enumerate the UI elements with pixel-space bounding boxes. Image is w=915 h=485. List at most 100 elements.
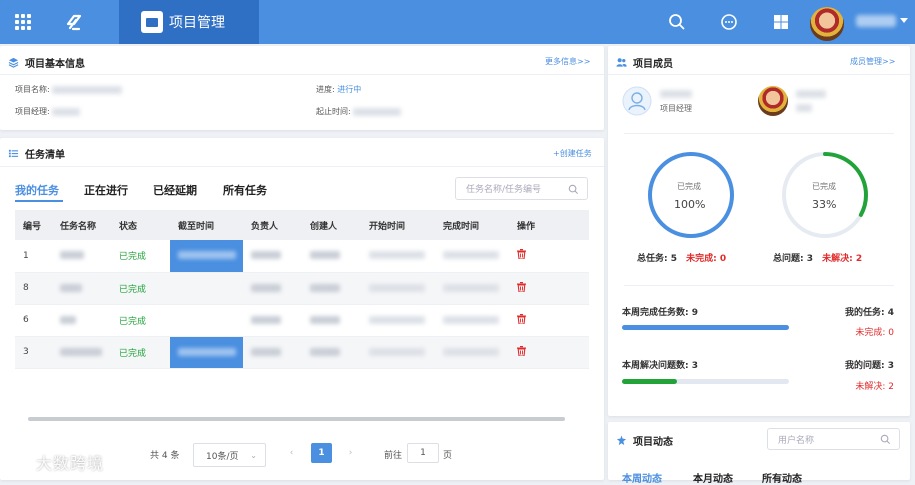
cell-id: 3: [15, 336, 52, 369]
next-page-button[interactable]: ›: [340, 443, 361, 463]
my-tasks-stat: 我的任务: 4: [844, 308, 894, 318]
project-name-blurred: [52, 85, 123, 94]
cell-status: 已完成: [111, 304, 170, 337]
activity-search-input[interactable]: 用户名称: [767, 428, 900, 450]
tab-in-progress[interactable]: 正在进行: [84, 182, 128, 198]
col-finish-time: 完成时间: [435, 210, 509, 240]
issue-completion-ring: [782, 152, 868, 238]
col-task-name: 任务名称: [52, 210, 111, 240]
top-bar: 项目管理: [0, 0, 915, 44]
progress-value: 进行中: [337, 85, 362, 94]
total-issues-stat: 总问题: 3 未解决: 2: [773, 254, 863, 264]
tab-project-management-label: 项目管理: [169, 15, 225, 31]
apps-grid-icon[interactable]: [15, 14, 31, 30]
page-size-select[interactable]: 10条/页 ⌄: [193, 443, 266, 467]
delete-icon[interactable]: [517, 313, 526, 324]
task-table: 编号 任务名称 状态 截至时间 负责人 创建人 开始时间 完成时间 操作 1 已…: [15, 210, 589, 369]
cell-status: 已完成: [111, 272, 170, 305]
weekly-tasks-done: 本周完成任务数: 9: [622, 308, 699, 318]
page-button-current[interactable]: 1: [311, 443, 332, 463]
delete-icon[interactable]: [517, 249, 526, 260]
project-info-card: 项目基本信息 更多信息>> 项目名称: 项目经理: 进度: 进行中 起止时间:: [0, 46, 604, 130]
horizontal-scrollbar[interactable]: [28, 417, 565, 421]
creator-blurred: [310, 347, 340, 356]
table-row[interactable]: 6 已完成: [15, 304, 589, 337]
create-task-link[interactable]: +创建任务: [553, 148, 592, 159]
tab-project-management[interactable]: 项目管理: [119, 0, 259, 44]
goto-label: 前往: [384, 451, 403, 461]
search-icon[interactable]: [880, 434, 891, 445]
users-icon: [616, 58, 627, 67]
project-name-row: 项目名称:: [15, 84, 123, 95]
cell-id: 1: [15, 240, 52, 273]
col-deadline: 截至时间: [170, 210, 243, 240]
table-row[interactable]: 3 已完成: [15, 336, 589, 369]
goto-suffix: 页: [443, 451, 453, 461]
more-info-link[interactable]: 更多信息>>: [545, 56, 590, 67]
prev-page-button[interactable]: ‹: [281, 443, 302, 463]
watermark-logo-icon: [10, 456, 34, 468]
tab-my-tasks[interactable]: 我的任务: [15, 182, 59, 198]
goto-page-input[interactable]: 1: [407, 443, 439, 463]
divider: [0, 166, 604, 167]
member-avatar[interactable]: [758, 86, 788, 116]
tab-this-week[interactable]: 本周动态: [622, 470, 662, 485]
member-role-blurred: [796, 104, 812, 112]
cell-id: 8: [15, 272, 52, 305]
my-unresolved-stat: 未解决: 2: [855, 382, 894, 392]
creator-blurred: [310, 251, 340, 260]
delete-icon[interactable]: [517, 281, 526, 292]
task-name-blurred: [60, 315, 76, 324]
owner-blurred: [251, 347, 281, 356]
project-progress-row: 进度: 进行中: [316, 85, 362, 94]
layers-icon: [8, 57, 19, 68]
manager-role: 项目经理: [660, 104, 692, 113]
start-time-blurred: [369, 347, 425, 356]
manage-members-link[interactable]: 成员管理>>: [850, 56, 895, 67]
list-icon: [8, 149, 19, 158]
issue-ring-label: 已完成: [812, 182, 836, 191]
logo-icon[interactable]: [62, 10, 86, 34]
watermark: 大数跨境: [8, 450, 104, 474]
divider: [0, 74, 604, 75]
project-manager-row: 项目经理:: [15, 106, 81, 117]
message-icon[interactable]: [719, 12, 739, 32]
table-row[interactable]: 1 已完成: [15, 240, 589, 273]
finish-time-blurred: [443, 315, 499, 324]
user-avatar[interactable]: [810, 7, 844, 41]
project-info-title: 项目基本信息: [8, 55, 85, 70]
col-id: 编号: [15, 210, 52, 240]
tab-all-activity[interactable]: 所有动态: [762, 470, 802, 485]
manager-avatar-icon[interactable]: [622, 86, 652, 116]
user-name-blurred[interactable]: [856, 15, 896, 27]
activity-icon: [616, 435, 627, 446]
tab-this-month[interactable]: 本月动态: [693, 470, 733, 485]
weekly-issues-bar-fill: [622, 379, 678, 384]
task-name-blurred: [60, 283, 82, 292]
task-search-input[interactable]: 任务名称/任务编号: [455, 177, 588, 200]
col-status: 状态: [111, 210, 170, 240]
creator-blurred: [310, 315, 340, 324]
task-ring-label: 已完成: [677, 182, 701, 191]
search-icon[interactable]: [568, 184, 579, 195]
tab-delayed[interactable]: 已经延期: [153, 182, 197, 198]
pagination-total: 共 4 条: [150, 451, 180, 461]
delete-icon[interactable]: [517, 345, 526, 356]
weekly-issues-resolved: 本周解决问题数: 3: [622, 361, 699, 371]
active-tab-indicator: [15, 200, 63, 202]
member-name-blurred: [796, 90, 826, 98]
windows-icon[interactable]: [771, 12, 791, 32]
project-deadline-row: 起止时间:: [316, 106, 402, 117]
folder-icon: [141, 11, 163, 33]
deadline-blurred: [178, 251, 236, 260]
table-row[interactable]: 8 已完成: [15, 272, 589, 305]
search-icon[interactable]: [667, 12, 687, 32]
task-name-blurred: [60, 251, 84, 260]
chevron-down-icon[interactable]: [900, 18, 908, 23]
deadline-blurred: [178, 347, 236, 356]
start-time-blurred: [369, 315, 425, 324]
owner-blurred: [251, 283, 281, 292]
task-completion-ring: [648, 152, 734, 238]
tab-all-tasks[interactable]: 所有任务: [223, 182, 267, 198]
divider: [624, 133, 894, 134]
